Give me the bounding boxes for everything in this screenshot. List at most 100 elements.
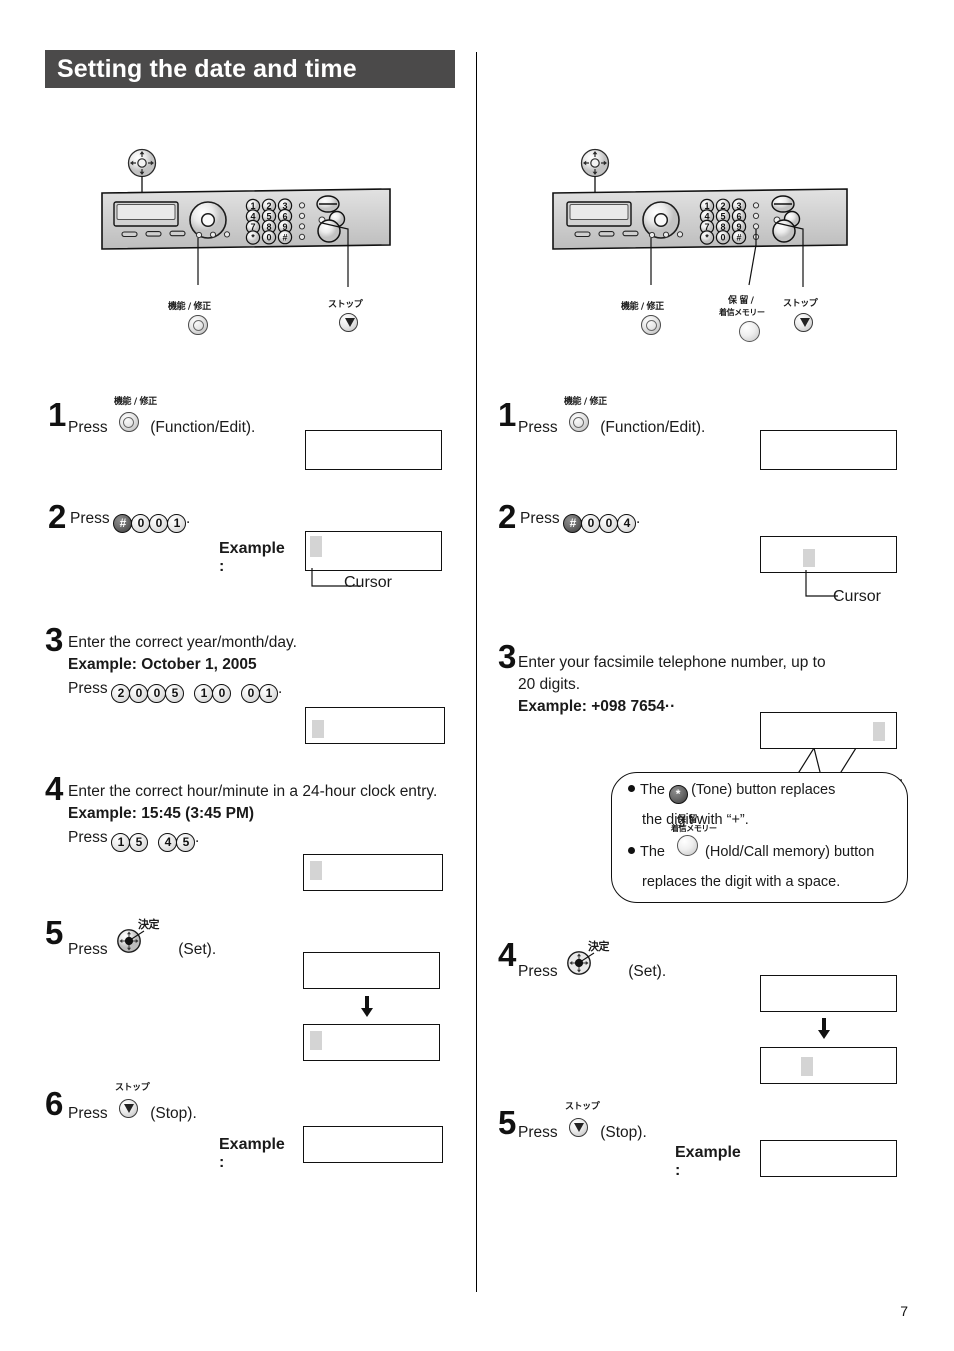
key-0[interactable]: 0 [129, 684, 149, 703]
svg-text:1: 1 [704, 201, 709, 211]
press-word: Press [68, 941, 108, 958]
step-trailing-text: (Set). [178, 941, 217, 958]
jp-label-hold-1: 保 留 / [677, 815, 703, 825]
diagram-label-function: 機能 / 修正 [621, 302, 664, 312]
example-label: Example : [219, 540, 285, 575]
hold-call-memory-button-icon[interactable] [677, 835, 699, 856]
left-column: Setting the date and time 1 2 3 4 5 6 7 … [0, 0, 476, 1351]
svg-text:0: 0 [266, 233, 271, 243]
svg-text:6: 6 [736, 211, 741, 221]
example-label: Example : [675, 1144, 741, 1179]
svg-text:#: # [282, 232, 287, 242]
oval-key-icon [771, 195, 795, 213]
svg-text:1: 1 [250, 201, 255, 211]
jp-label-function: 機能 / 修正 [113, 397, 157, 407]
callout-b2-line2: replaces the digit with a space. [642, 874, 841, 890]
soft-keys-icon [121, 230, 186, 238]
set-callout-line [129, 930, 145, 941]
callout-b1-pre: The [640, 782, 665, 798]
diagram-label-stop: ストップ [783, 299, 818, 309]
cursor-leader-line [805, 570, 838, 597]
step-trailing-text: (Stop). [150, 1105, 197, 1122]
svg-text:8: 8 [266, 222, 271, 232]
key-5[interactable]: 5 [165, 684, 185, 703]
svg-text:7: 7 [704, 222, 709, 232]
press-word: Press [68, 829, 108, 846]
key-5[interactable]: 5 [176, 833, 196, 852]
press-word: Press [520, 510, 560, 527]
function-edit-button-icon[interactable] [568, 412, 589, 432]
key-hash[interactable]: # [563, 514, 583, 533]
diagram-label-function: 機能 / 修正 [168, 302, 211, 312]
svg-text:5: 5 [720, 212, 725, 222]
function-edit-button-icon[interactable] [118, 412, 139, 432]
diagram-hold-button[interactable] [739, 321, 760, 342]
lcd-cursor [801, 1057, 813, 1076]
step-number: 1 [498, 396, 516, 433]
press-word: Press [518, 1124, 558, 1141]
key-0[interactable]: 0 [581, 514, 601, 533]
fax-machine-diagram-left: 123 456 789 * 0 # 機能 / 修正 ストップ [100, 145, 400, 355]
key-4[interactable]: 4 [617, 514, 637, 533]
lcd-display-with-cursor [760, 536, 897, 573]
lcd-cursor [873, 722, 885, 741]
key-2[interactable]: 2 [111, 684, 131, 703]
svg-text:2: 2 [720, 201, 725, 211]
fax-panel-illustration: 1 2 3 4 5 6 7 8 9 * 0 # [552, 148, 848, 287]
key-tone-asterisk[interactable]: * [668, 785, 688, 804]
page-number: 7 [900, 1303, 908, 1319]
lcd-display-with-cursor [305, 531, 442, 571]
key-0[interactable]: 0 [212, 684, 232, 703]
diagram-label-hold-line1: 保 留 / [728, 296, 754, 306]
soft-keys-icon [574, 230, 639, 238]
step-number: 2 [48, 498, 66, 535]
diagram-stop-button[interactable] [794, 313, 813, 332]
key-0[interactable]: 0 [241, 684, 261, 703]
step-number: 3 [45, 621, 63, 658]
oval-key-icon [316, 195, 340, 213]
svg-text:0: 0 [720, 233, 725, 243]
step-line-2: 20 digits. [518, 676, 581, 693]
lcd-display [305, 430, 442, 470]
key-0[interactable]: 0 [147, 684, 167, 703]
key-1[interactable]: 1 [259, 684, 279, 703]
diagram-function-edit-button[interactable] [641, 315, 661, 335]
lcd-display [760, 430, 897, 470]
step-trailing-text: (Function/Edit). [600, 419, 706, 436]
step-line-2: Example: 15:45 (3:45 PM) [68, 805, 255, 822]
jp-label-stop: ストップ [114, 1083, 150, 1093]
numeric-keypad-icon: 1 2 3 4 5 6 7 8 9 * 0 # [245, 198, 293, 245]
svg-text:9: 9 [736, 222, 741, 232]
stop-button-icon[interactable] [118, 1099, 138, 1118]
diagram-stop-button[interactable] [339, 313, 358, 332]
key-1[interactable]: 1 [194, 684, 214, 703]
fax-machine-diagram-right: 123 456 789 * 0 # 機能 / 修正 保 留 / 着信メモリー ス… [551, 145, 861, 355]
key-4[interactable]: 4 [158, 833, 178, 852]
stop-button-icon[interactable] [568, 1118, 588, 1137]
lcd-cursor [310, 861, 322, 880]
press-word: Press [518, 963, 558, 980]
svg-text:7: 7 [250, 222, 255, 232]
key-5[interactable]: 5 [129, 833, 149, 852]
lcd-display [760, 1140, 897, 1177]
left-section-title: Setting the date and time [45, 50, 455, 88]
step-number: 3 [498, 638, 516, 675]
key-0[interactable]: 0 [149, 514, 169, 533]
key-0[interactable]: 0 [131, 514, 151, 533]
key-hash[interactable]: # [113, 514, 133, 533]
lcd-display-with-cursor [303, 1024, 440, 1061]
key-1[interactable]: 1 [111, 833, 131, 852]
diagram-function-edit-button[interactable] [188, 315, 208, 335]
step-trailing-text: (Stop). [600, 1124, 647, 1141]
step-number: 1 [48, 396, 66, 433]
lcd-display-with-cursor [303, 854, 443, 891]
step-trailing-text: . [185, 510, 191, 527]
press-word: Press [68, 680, 108, 697]
jp-label-set: 決定 [587, 940, 610, 953]
callout-b1-post: (Tone) button replaces [691, 782, 836, 798]
key-0[interactable]: 0 [599, 514, 619, 533]
key-1[interactable]: 1 [167, 514, 187, 533]
svg-text:5: 5 [266, 212, 271, 222]
step-number: 2 [498, 498, 516, 535]
step-number: 4 [498, 936, 516, 973]
